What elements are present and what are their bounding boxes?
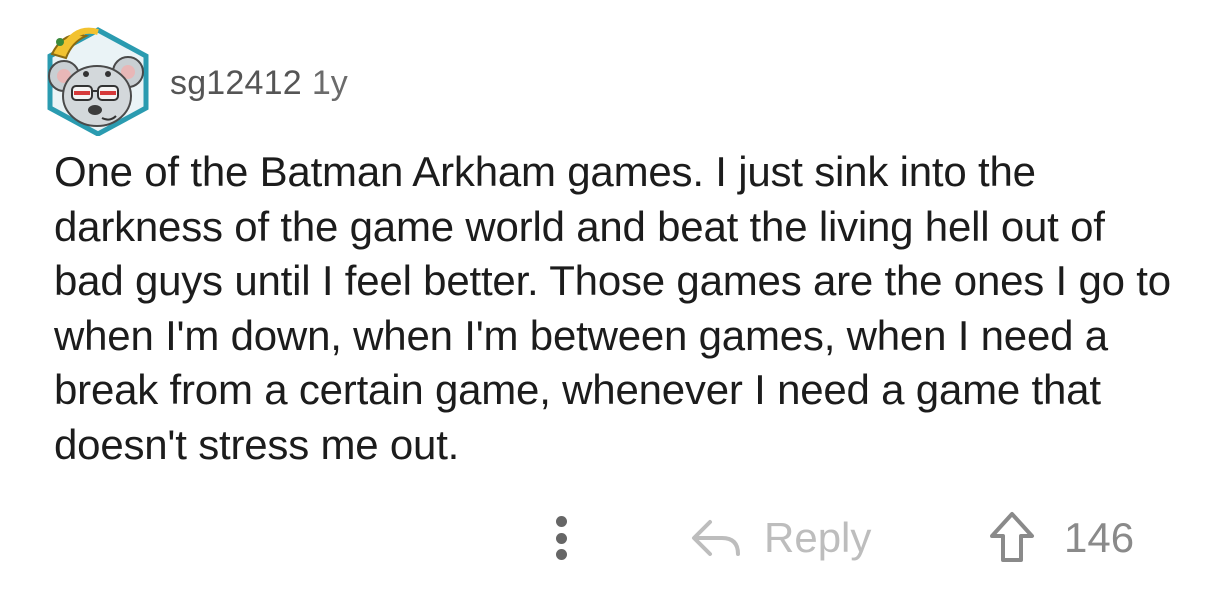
comment-body: One of the Batman Arkham games. I just s… xyxy=(54,148,1171,468)
reply-arrow-icon xyxy=(692,520,740,556)
vote-score: 146 xyxy=(1064,514,1135,561)
vertical-dots-icon xyxy=(555,516,567,527)
vertical-dots-icon xyxy=(555,549,567,560)
more-options-button[interactable] xyxy=(545,510,577,566)
comment-age: 1y xyxy=(311,64,348,102)
username[interactable]: sg12412 xyxy=(170,64,302,102)
koala-avatar-icon xyxy=(47,27,149,137)
comment: sg12412 1y One of the Batman Arkham games… xyxy=(0,0,1218,592)
comment-meta: sg12412 1y xyxy=(170,58,348,108)
upvote-arrow-icon[interactable] xyxy=(986,508,1038,568)
avatar[interactable] xyxy=(42,24,152,137)
reply-button[interactable]: Reply xyxy=(688,508,871,568)
reply-label: Reply xyxy=(764,514,872,561)
vertical-dots-icon xyxy=(555,532,567,544)
comment-actions: Reply 146 xyxy=(0,500,1218,580)
